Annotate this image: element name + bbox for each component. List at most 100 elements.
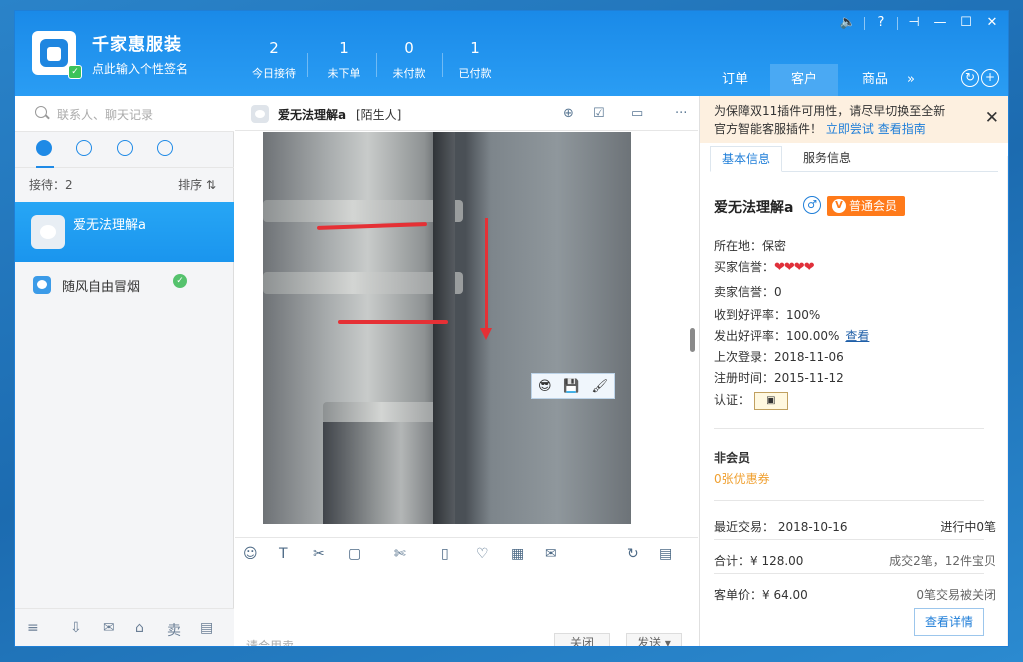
tab-groups[interactable] <box>157 140 175 158</box>
refresh-icon[interactable]: ↻ <box>961 69 979 87</box>
tab-customers[interactable]: 客户 <box>770 64 838 96</box>
menu-icon[interactable]: ≡ <box>27 620 39 636</box>
chat-image[interactable] <box>263 132 631 524</box>
total-amount: 合计：¥ 128.00 <box>714 554 804 568</box>
app-window: ✓ 千家惠服装 点此输入个性签名 2 今日接待 1 未下单 0 未付款 1 已付… <box>14 10 1009 647</box>
heart-icon: ❤❤❤❤ <box>774 260 815 275</box>
recent-trade: 最近交易： 2018-10-16 <box>714 520 848 534</box>
add-contact-icon[interactable]: ⊕ <box>563 106 574 121</box>
coupon-icon[interactable]: ✉ <box>545 546 557 562</box>
contact-name: 爱无法理解a <box>73 218 146 233</box>
download-icon[interactable]: ⇩ <box>70 620 82 636</box>
group-icon <box>157 140 173 156</box>
help-icon[interactable]: ? <box>868 13 894 33</box>
search-input[interactable]: 联系人、聊天记录 <box>57 106 153 123</box>
notice-banner: 为保障双11插件可用性，请尽早切换至全新 官方智能客服插件！ 立即尝试 查看指南… <box>700 96 1008 143</box>
pin-icon[interactable]: ⊣ <box>901 13 927 33</box>
send-button[interactable]: 发送 ▾ <box>626 633 682 646</box>
save-icon[interactable]: 💾 <box>563 379 579 394</box>
scrollbar[interactable] <box>1007 156 1008 646</box>
logo-icon <box>40 39 68 67</box>
closed-deals: 0笔交易被关闭 <box>916 588 996 602</box>
close-icon[interactable]: ✕ <box>979 13 1005 33</box>
stat-value: 2 <box>269 39 279 57</box>
emoji-icon[interactable]: 😎 <box>538 379 552 394</box>
divider <box>442 53 443 77</box>
heart-icon[interactable]: ♡ <box>476 546 489 562</box>
contact-item[interactable]: 随风自由冒烟 ✓ <box>15 268 234 298</box>
chat-bubble-icon <box>36 140 52 156</box>
verified-check-icon: ✓ <box>68 65 82 79</box>
emoji-icon[interactable]: ☺ <box>243 546 258 562</box>
chat-panel: 爱无法理解a [陌生人] ⊕ ☑ ▭ ··· 😎 💾 🖌 ☺ T ✂ ▢ ✄ ▯… <box>235 96 698 646</box>
scissors-icon[interactable]: ✄ <box>394 546 406 562</box>
phone-icon[interactable]: ▯ <box>441 546 449 562</box>
cert-label: 认证： <box>714 393 751 407</box>
last-login: 上次登录：2018-11-06 <box>714 350 844 364</box>
guide-link[interactable]: 查看指南 <box>878 122 926 136</box>
coupon-count: 0张优惠券 <box>714 472 770 486</box>
volume-icon[interactable]: 🔈 <box>835 13 861 33</box>
stat-label: 已付款 <box>458 67 492 80</box>
font-icon[interactable]: T <box>279 546 288 562</box>
sort-button[interactable]: 排序 ⇅ <box>178 176 216 193</box>
shadow <box>433 132 455 524</box>
brush-icon[interactable]: 🖌 <box>592 379 609 394</box>
quick-reply-icon[interactable]: ↻ <box>627 546 639 562</box>
given-rate: 发出好评率：100.00% <box>714 329 840 343</box>
stat-paid[interactable]: 1 已付款 <box>445 39 505 81</box>
try-now-link[interactable]: 立即尝试 <box>826 122 874 136</box>
contact-item[interactable]: 爱无法理解a <box>15 202 234 262</box>
tab-contacts[interactable] <box>117 140 135 158</box>
screenshot-icon[interactable]: ✂ <box>313 546 325 562</box>
contact-panel: 联系人、聊天记录 接待：2 排序 ⇅ 爱无法理解a 随风自由冒烟 ✓ ≡ ⇩ ✉… <box>15 96 234 646</box>
info-tabs: 基本信息 服务信息 <box>710 146 998 172</box>
history-icon[interactable]: ▤ <box>659 546 672 562</box>
view-link[interactable]: 查看 <box>845 329 869 343</box>
avatar <box>31 215 65 249</box>
stat-today-received[interactable]: 2 今日接待 <box>244 39 304 81</box>
tab-basic-info[interactable]: 基本信息 <box>710 146 783 172</box>
store-name: 千家惠服装 <box>92 35 182 55</box>
folder-icon[interactable]: ▢ <box>348 546 361 562</box>
tab-service-info[interactable]: 服务信息 <box>792 146 862 172</box>
signature-field[interactable]: 点此输入个性签名 <box>92 60 188 77</box>
close-button[interactable]: 关闭 <box>554 633 610 646</box>
divider <box>897 16 898 30</box>
shop-icon[interactable]: ⌂ <box>135 620 144 636</box>
scrollbar[interactable] <box>690 328 695 352</box>
mail-icon[interactable]: ✉ <box>103 620 115 636</box>
panel-icon[interactable]: ▤ <box>200 620 213 636</box>
app-header: ✓ 千家惠服装 点此输入个性签名 2 今日接待 1 未下单 0 未付款 1 已付… <box>15 11 1008 96</box>
store-logo[interactable]: ✓ <box>32 31 82 79</box>
message-input[interactable]: 请合用卖 <box>246 637 294 646</box>
stat-not-ordered[interactable]: 1 未下单 <box>314 39 374 81</box>
view-details-button[interactable]: 查看详情 <box>914 608 984 636</box>
location: 所在地：保密 <box>714 239 787 253</box>
maximize-icon[interactable]: ☐ <box>953 13 979 33</box>
tab-orders[interactable]: 订单 <box>701 64 769 96</box>
stat-label: 未付款 <box>392 67 426 80</box>
register-time: 注册时间：2015-11-12 <box>714 371 844 385</box>
calculator-icon[interactable]: ▦ <box>511 546 524 562</box>
tab-chats[interactable] <box>36 140 54 168</box>
more-tabs-icon[interactable]: » <box>891 64 931 96</box>
search-bar[interactable]: 联系人、聊天记录 <box>15 96 234 132</box>
add-icon[interactable]: + <box>981 69 999 87</box>
window-controls: 🔈 ? ⊣ — ☐ ✕ <box>835 13 1005 33</box>
close-icon[interactable]: ✕ <box>985 108 999 128</box>
received-rate: 收到好评率：100% <box>714 308 821 322</box>
video-icon[interactable]: ▭ <box>631 106 643 121</box>
more-icon[interactable]: ··· <box>675 106 687 121</box>
stat-unpaid[interactable]: 0 未付款 <box>379 39 439 81</box>
minimize-icon[interactable]: — <box>927 13 953 33</box>
notice-text-2: 官方智能客服插件！ 立即尝试 查看指南 <box>714 120 926 137</box>
given-rate-row: 发出好评率：100.00% 查看 <box>714 327 869 344</box>
task-icon[interactable]: ☑ <box>593 106 605 121</box>
tab-recent[interactable] <box>76 140 94 158</box>
divider <box>714 500 984 501</box>
contact-name: 随风自由冒烟 <box>62 280 141 295</box>
stranger-tag: [陌生人] <box>356 108 402 122</box>
certification: 认证： ▣ <box>714 391 788 410</box>
sell-icon[interactable]: 卖 <box>167 620 181 640</box>
